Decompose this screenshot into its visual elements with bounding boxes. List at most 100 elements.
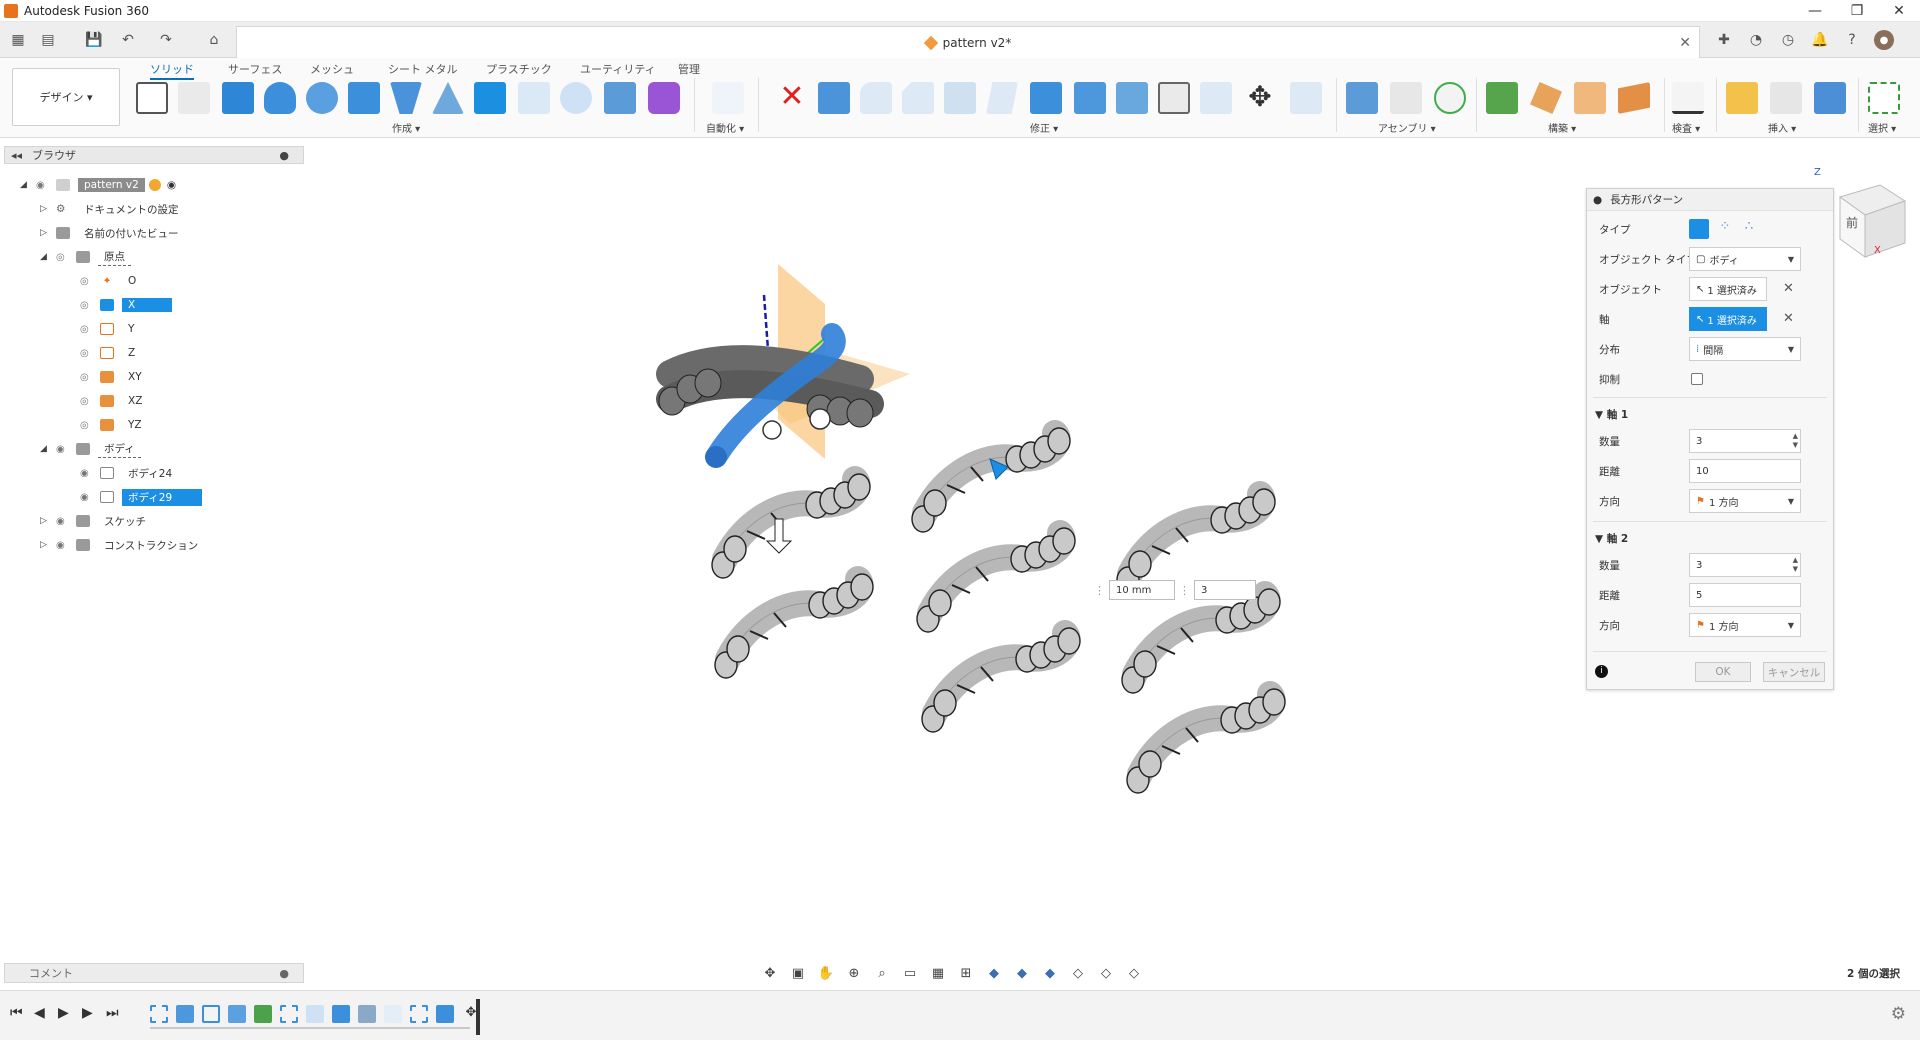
wireframe-hidden-icon[interactable]: ◇: [1096, 964, 1116, 982]
document-tab[interactable]: pattern v2* ✕: [236, 26, 1700, 58]
rectangular-pattern-icon[interactable]: [474, 82, 506, 114]
modify-group-label[interactable]: 修正 ▾: [1030, 120, 1058, 135]
tab-surface[interactable]: サーフェス: [228, 61, 282, 77]
timeline-feature-combine[interactable]: [332, 1005, 350, 1023]
revolve-icon[interactable]: [264, 82, 296, 114]
go-to-start-icon[interactable]: ⏮: [10, 1005, 23, 1021]
combine-icon[interactable]: [348, 82, 380, 114]
delete-icon[interactable]: ✕: [776, 82, 808, 114]
shell-icon[interactable]: [944, 82, 976, 114]
axis2-direction-select[interactable]: ⚑ 1 方向 ▼: [1689, 613, 1801, 637]
timeline-feature-sketch[interactable]: [150, 1005, 168, 1023]
tab-plastic[interactable]: プラスチック: [486, 61, 552, 77]
create-form-icon[interactable]: [648, 82, 680, 114]
drag-handle-icon[interactable]: ⋮: [1179, 584, 1190, 597]
draft-icon[interactable]: [986, 82, 1018, 114]
shaded-edges-icon[interactable]: ◆: [1012, 964, 1032, 982]
align-icon[interactable]: [1290, 82, 1322, 114]
plane-at-angle-icon[interactable]: [1530, 82, 1562, 114]
timeline-settings-gear-icon[interactable]: ⚙: [1891, 1004, 1906, 1024]
thicken-icon[interactable]: [604, 82, 636, 114]
measure-icon[interactable]: [1672, 82, 1704, 114]
fit-icon[interactable]: ⌕: [872, 964, 892, 982]
axis2-quantity-input[interactable]: 3 ▲ ▼: [1689, 553, 1801, 577]
insert-derive-icon[interactable]: [1726, 82, 1758, 114]
manipulator-handle[interactable]: [762, 420, 782, 440]
extensions-icon[interactable]: ◔: [1746, 30, 1766, 50]
go-to-end-icon[interactable]: ⏭: [106, 1005, 119, 1021]
motion-study-icon[interactable]: [1434, 82, 1466, 114]
suppress-checkbox[interactable]: [1691, 373, 1703, 385]
tab-solid[interactable]: ソリッド: [150, 61, 194, 80]
split-face-icon[interactable]: [1158, 82, 1190, 114]
new-component-icon[interactable]: [1346, 82, 1378, 114]
path-type-icon[interactable]: ∴: [1739, 219, 1759, 239]
clear-axis-icon[interactable]: ✕: [1783, 311, 1794, 326]
timeline-feature-combine[interactable]: [436, 1005, 454, 1023]
tangent-plane-icon[interactable]: [1574, 82, 1606, 114]
loft-icon[interactable]: [390, 82, 422, 114]
tab-manage[interactable]: 管理: [678, 61, 700, 77]
stepper-icon[interactable]: ▲ ▼: [1793, 432, 1798, 450]
redo-icon[interactable]: ↷: [156, 30, 176, 50]
form-icon[interactable]: [178, 82, 210, 114]
workspace-switcher-button[interactable]: デザイン ▾: [12, 68, 120, 126]
objects-selection-field[interactable]: ↖ 1 選択済み: [1689, 277, 1767, 301]
timeline-feature-extrude[interactable]: [176, 1005, 194, 1023]
cancel-button[interactable]: キャンセル: [1763, 662, 1825, 682]
distribution-select[interactable]: ⁞ 間隔 ▼: [1689, 337, 1801, 361]
axis1-distance-input[interactable]: 10: [1689, 459, 1801, 483]
circular-type-icon[interactable]: ⁘: [1715, 219, 1735, 239]
timeline-feature-sketch[interactable]: [410, 1005, 428, 1023]
pattern-on-path-icon[interactable]: [518, 82, 550, 114]
axis1-quantity-input[interactable]: 3 ▲ ▼: [1689, 429, 1801, 453]
home-icon[interactable]: ⌂: [204, 30, 224, 50]
select-icon[interactable]: [1868, 82, 1900, 114]
joint-icon[interactable]: [1390, 82, 1422, 114]
comment-panel[interactable]: コメント ●: [4, 963, 304, 983]
press-pull-icon[interactable]: [818, 82, 850, 114]
inline-distance-input[interactable]: 10 mm: [1109, 580, 1175, 600]
timeline-feature-sweep[interactable]: [228, 1005, 246, 1023]
timeline-marker[interactable]: [476, 999, 480, 1035]
new-tab-icon[interactable]: ✚: [1714, 30, 1734, 50]
assemble-group-label[interactable]: アセンブリ ▾: [1378, 120, 1436, 135]
timeline-feature-plane[interactable]: [254, 1005, 272, 1023]
manipulator-handle[interactable]: [809, 408, 831, 430]
circular-pattern-icon[interactable]: [560, 82, 592, 114]
close-tab-icon[interactable]: ✕: [1679, 35, 1691, 51]
create-group-label[interactable]: 作成 ▾: [392, 120, 420, 135]
job-status-icon[interactable]: ◷: [1778, 30, 1798, 50]
display-settings-icon[interactable]: ▭: [900, 964, 920, 982]
automate-group-label[interactable]: 自動化 ▾: [706, 120, 744, 135]
axis1-section-header[interactable]: ▼ 軸 1: [1595, 407, 1628, 422]
timeline-feature-sketch[interactable]: [202, 1005, 220, 1023]
shaded-view-icon[interactable]: ◆: [984, 964, 1004, 982]
fillet-icon[interactable]: [860, 82, 892, 114]
move-copy-icon[interactable]: ✥: [1244, 82, 1276, 114]
wireframe-icon[interactable]: ◇: [1068, 964, 1088, 982]
rectangular-type-icon[interactable]: [1689, 219, 1709, 239]
comment-pin-icon[interactable]: ●: [279, 967, 289, 980]
tab-utility[interactable]: ユーティリティ: [580, 61, 656, 77]
notifications-icon[interactable]: 🔔: [1810, 30, 1830, 50]
axis2-distance-input[interactable]: 5: [1689, 583, 1801, 607]
canvas-image-icon[interactable]: [1814, 82, 1846, 114]
user-avatar[interactable]: ●: [1874, 30, 1894, 50]
visible-edges-icon[interactable]: ◇: [1124, 964, 1144, 982]
grid-icon[interactable]: ▦: [928, 964, 948, 982]
timeline-feature-pattern[interactable]: [384, 1005, 402, 1023]
tab-mesh[interactable]: メッシュ: [310, 61, 354, 77]
file-menu-icon[interactable]: ▤: [38, 30, 58, 50]
stepper-icon[interactable]: ▲ ▼: [1793, 556, 1798, 574]
shaded-hidden-icon[interactable]: ◆: [1040, 964, 1060, 982]
scale-icon[interactable]: [1030, 82, 1062, 114]
midplane-icon[interactable]: [1618, 82, 1650, 114]
close-window-button[interactable]: ✕: [1878, 0, 1920, 22]
mirror-icon[interactable]: [432, 82, 464, 114]
drag-handle-icon[interactable]: ⋮: [1094, 584, 1105, 597]
inspect-group-label[interactable]: 検査 ▾: [1672, 120, 1700, 135]
maximize-button[interactable]: ❐: [1836, 0, 1878, 22]
save-icon[interactable]: 💾: [84, 30, 104, 50]
tab-sheet-metal[interactable]: シート メタル: [388, 61, 458, 77]
